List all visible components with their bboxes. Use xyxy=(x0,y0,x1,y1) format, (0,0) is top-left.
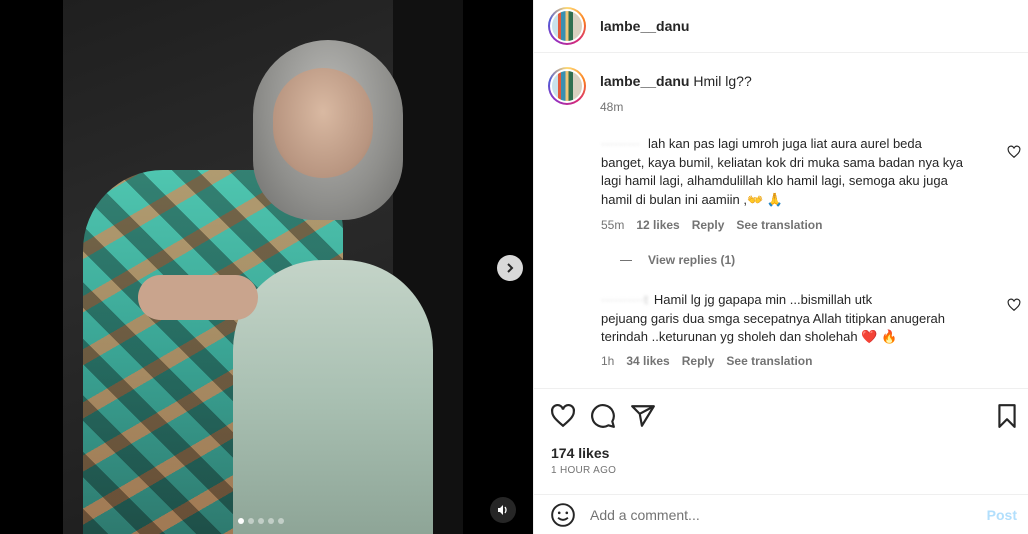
comment-text-line: lagi hamil lagi, alhamdulillah klo hamil… xyxy=(601,173,948,188)
comment-username-hidden: ··········t xyxy=(601,292,648,307)
emoji-icon[interactable] xyxy=(550,502,576,528)
comment-meta: 1h 34 likes Reply See translation xyxy=(601,354,812,368)
comment-username-hidden: ········· xyxy=(601,136,640,151)
add-comment-bar: Post xyxy=(534,494,1028,534)
chevron-right-icon xyxy=(507,263,514,273)
comment-icon[interactable] xyxy=(590,403,616,429)
comment-text-line: lah kan pas lagi umroh juga liat aura au… xyxy=(647,136,922,151)
comment-text-line: hamil di bulan ini aamiin ,👐 🙏 xyxy=(601,191,783,207)
avatar[interactable] xyxy=(548,7,586,45)
caption-body: Hmil lg?? xyxy=(693,73,752,89)
comment-likes[interactable]: 12 likes xyxy=(636,218,679,232)
comment-like-icon[interactable] xyxy=(1007,298,1021,312)
comment-text-line: pejuang garis dua smga secepatnya Allah … xyxy=(601,310,946,326)
post-panel: lambe__danu lambe__danu Hmil lg?? 48m ··… xyxy=(533,0,1028,534)
post-comment-button[interactable]: Post xyxy=(987,507,1017,523)
comment-meta: 55m 12 likes Reply See translation xyxy=(601,218,822,232)
carousel-dot xyxy=(248,518,254,524)
carousel-dot xyxy=(238,518,244,524)
action-bar: 174 likes 1 HOUR AGO xyxy=(534,388,1028,500)
comment-text-line: banget, kaya bumil, keliatan kok dri muk… xyxy=(601,154,964,170)
comment-item: ········· lah kan pas lagi umroh juga lia… xyxy=(601,135,991,209)
comment-time: 1h xyxy=(601,354,615,368)
view-replies-button[interactable]: View replies (1) xyxy=(620,253,735,267)
see-translation-button[interactable]: See translation xyxy=(736,218,822,232)
next-slide-button[interactable] xyxy=(497,255,523,281)
comment-text-line: Hamil lg jg gapapa min ...bismillah utk xyxy=(653,292,873,307)
comment-text-line: terindah ..keturunan yg sholeh dan shole… xyxy=(601,329,898,344)
post-photo xyxy=(63,0,463,534)
heart-icon[interactable] xyxy=(550,403,576,429)
header-username[interactable]: lambe__danu xyxy=(600,18,689,34)
comment-input[interactable] xyxy=(590,503,950,527)
carousel-dot xyxy=(268,518,274,524)
likes-count[interactable]: 174 likes xyxy=(551,445,609,461)
post-header: lambe__danu xyxy=(534,0,1028,53)
comment-likes[interactable]: 34 likes xyxy=(626,354,669,368)
view-replies-label: View replies (1) xyxy=(648,253,736,267)
caption-username[interactable]: lambe__danu xyxy=(600,73,689,89)
bookmark-icon[interactable] xyxy=(994,403,1020,429)
carousel-dot xyxy=(278,518,284,524)
caption-avatar[interactable] xyxy=(548,67,586,105)
reply-button[interactable]: Reply xyxy=(682,354,715,368)
speaker-icon xyxy=(498,505,507,515)
post-media[interactable] xyxy=(0,0,533,534)
carousel-dot xyxy=(258,518,264,524)
comment-item: ··········t Hamil lg jg gapapa min ...bis… xyxy=(601,291,996,347)
mute-toggle-button[interactable] xyxy=(490,497,516,523)
share-icon[interactable] xyxy=(630,403,656,429)
comment-time: 55m xyxy=(601,218,625,232)
reply-button[interactable]: Reply xyxy=(692,218,725,232)
see-translation-button[interactable]: See translation xyxy=(726,354,812,368)
divider-line xyxy=(620,259,632,261)
comments-list[interactable]: lambe__danu Hmil lg?? 48m ········· lah k… xyxy=(534,53,1028,388)
carousel-dots xyxy=(238,518,284,524)
post-timestamp: 1 HOUR AGO xyxy=(551,465,617,476)
caption-time: 48m xyxy=(600,100,624,114)
comment-like-icon[interactable] xyxy=(1007,145,1021,159)
caption: lambe__danu Hmil lg?? 48m xyxy=(548,67,752,114)
